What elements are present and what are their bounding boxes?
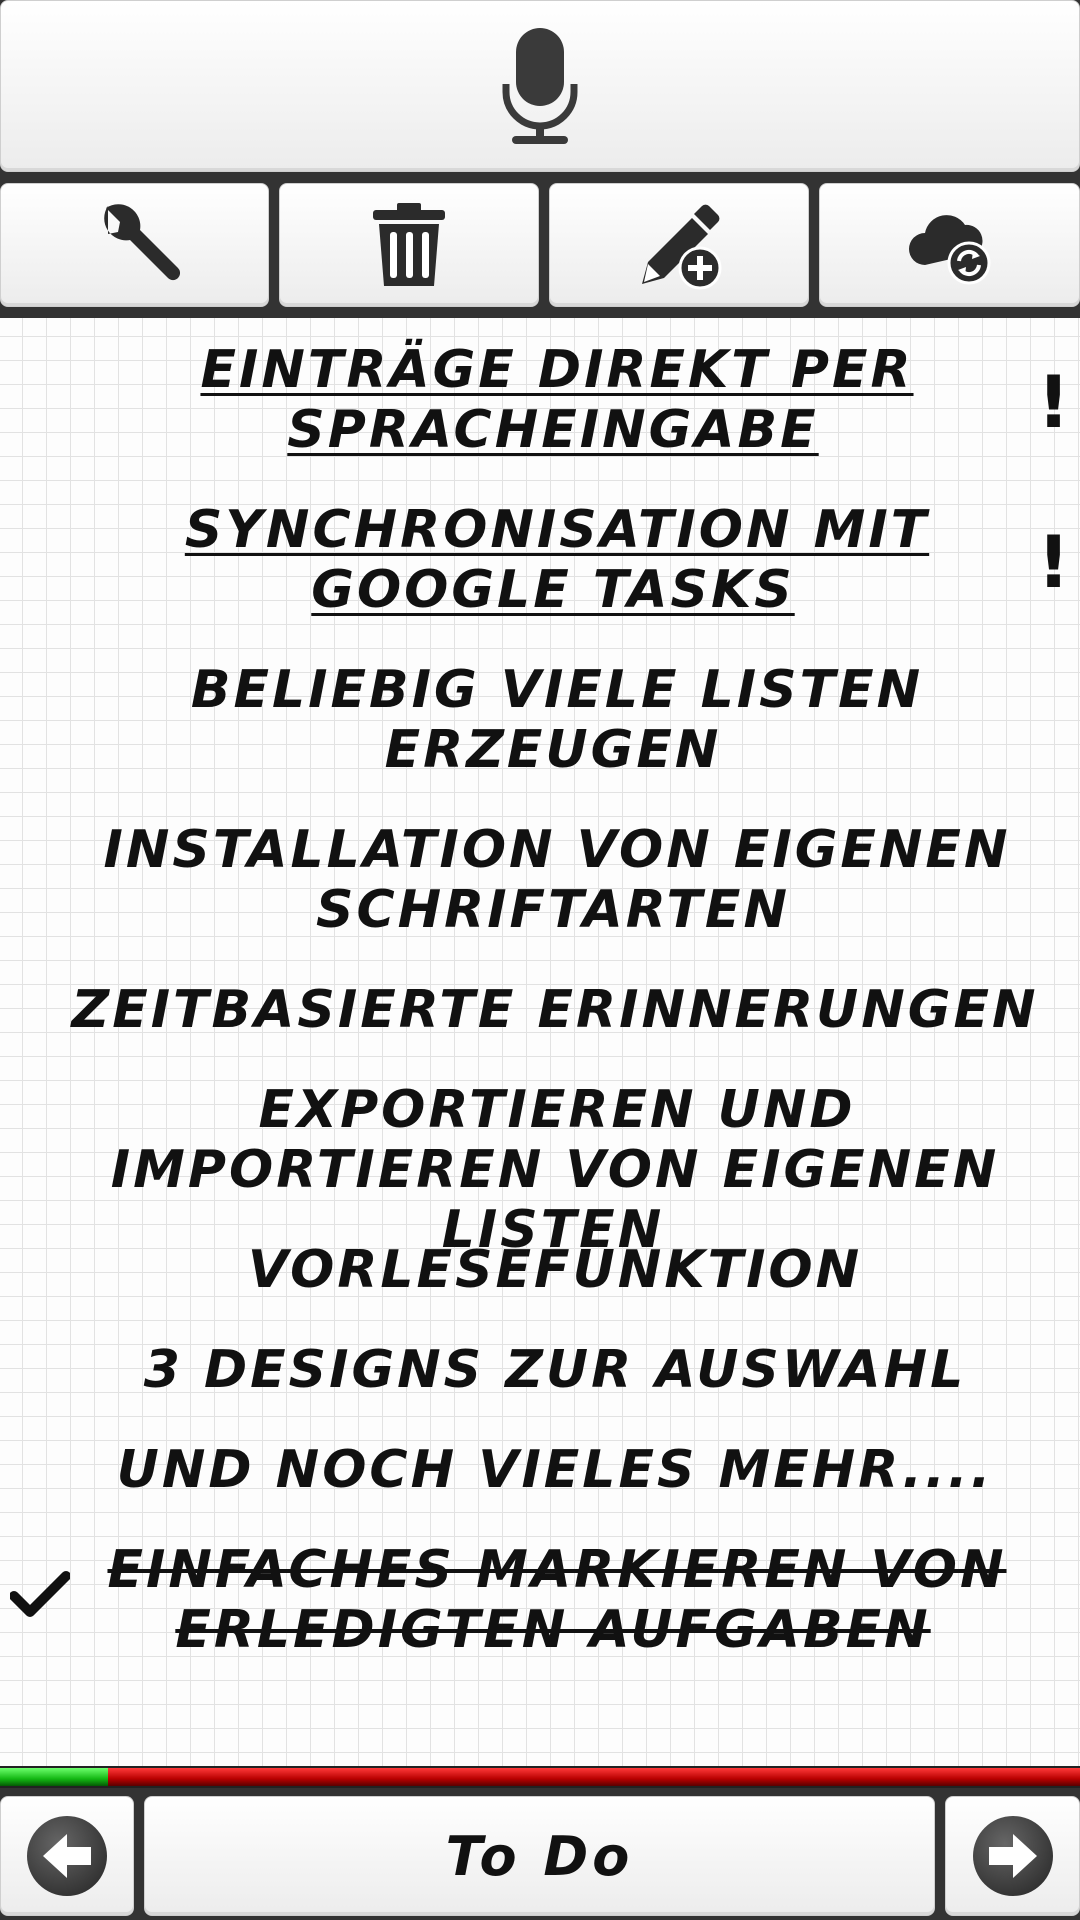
list-item[interactable]: Installation von eigenen Schriftarten [60, 820, 1050, 940]
pencil-plus-icon [642, 204, 722, 290]
previous-list-button[interactable] [0, 1796, 134, 1916]
voice-input-button[interactable] [0, 0, 1080, 172]
important-marker: ! [1037, 520, 1070, 604]
list-item-done[interactable]: Einfaches Markieren von erledigten Aufga… [60, 1540, 1050, 1660]
list-item[interactable]: Vorlesefunktion [60, 1240, 1050, 1300]
arrow-right-icon [972, 1816, 1053, 1896]
list-item[interactable]: Einträge direkt per Spracheingabe [60, 340, 1050, 460]
wrench-icon [103, 204, 180, 281]
arrow-left-icon [27, 1816, 107, 1896]
add-entry-button[interactable] [549, 183, 809, 307]
list-item[interactable]: 3 Designs zur Auswahl [60, 1340, 1050, 1400]
progress-bar [0, 1766, 1080, 1788]
next-list-button[interactable] [945, 1796, 1080, 1916]
list-item[interactable]: und noch vieles mehr.... [60, 1440, 1050, 1500]
list-item[interactable]: Synchronisation mit Google Tasks [60, 500, 1050, 620]
todo-list: Einträge direkt per Spracheingabe ! Sync… [0, 318, 1080, 1766]
important-marker: ! [1037, 360, 1070, 444]
delete-button[interactable] [279, 183, 539, 307]
list-item[interactable]: Zeitbasierte Erinnerungen [60, 980, 1050, 1040]
microphone-icon [502, 28, 578, 144]
list-item[interactable]: Exportieren und Importieren von eigenen … [60, 1080, 1050, 1260]
progress-fill [0, 1768, 108, 1786]
list-item[interactable]: Beliebig viele Listen erzeugen [60, 660, 1050, 780]
cloud-sync-icon [908, 215, 990, 285]
trash-icon [373, 203, 445, 286]
sync-button[interactable] [819, 183, 1080, 307]
settings-button[interactable] [0, 183, 269, 307]
list-title-button[interactable]: To Do [144, 1796, 935, 1916]
list-title: To Do [445, 1824, 634, 1888]
